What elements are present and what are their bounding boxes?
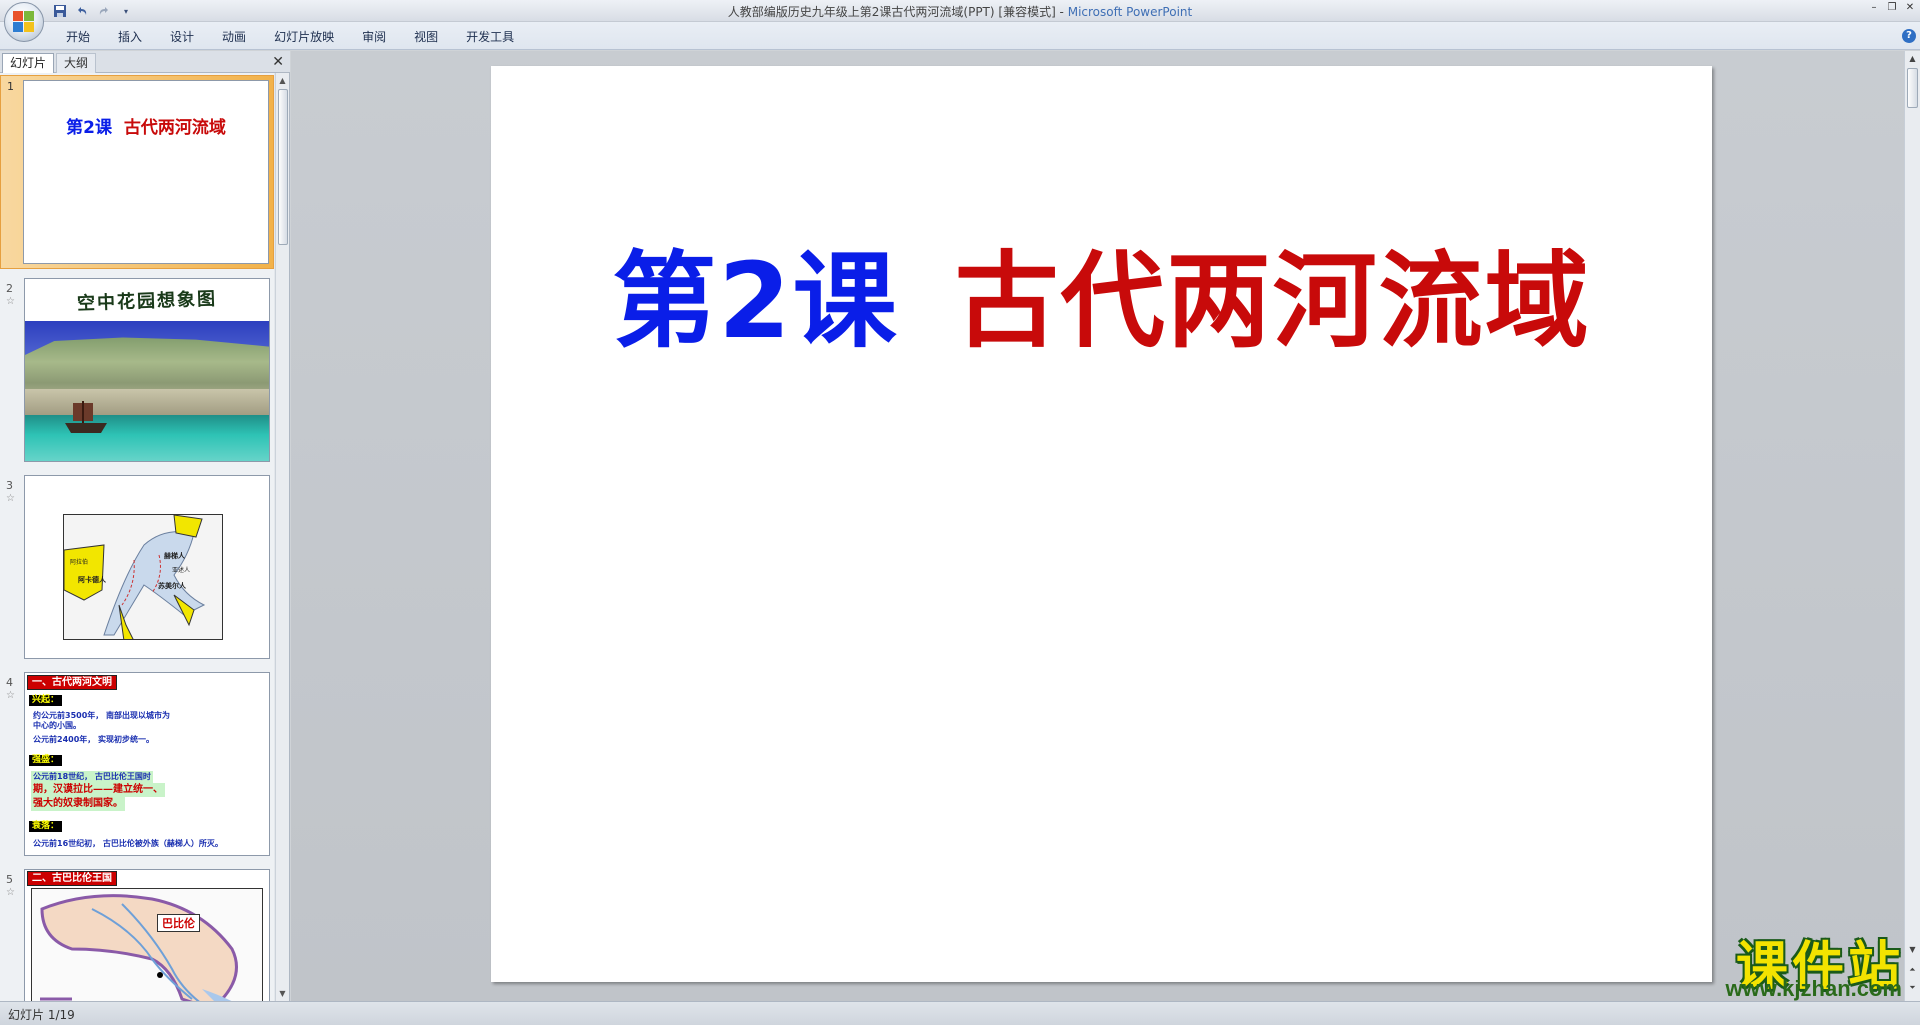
thumbnail-list: 1 第2课 古代两河流域 2 ☆ 空中花园想象图 3 ☆ 阿卡德人 赫梯人 亚述… [0, 73, 274, 1001]
map-label: 赫梯人 [164, 552, 185, 560]
map-label-babylon: 巴比伦 [157, 914, 200, 932]
close-icon[interactable]: ✕ [1902, 1, 1918, 15]
thumbnail-title: 第2课 古代两河流域 [24, 113, 268, 138]
map-label: 阿卡德人 [78, 576, 106, 584]
window-title-doc: 人教部编版历史九年级上第2课古代两河流域(PPT) [兼容模式] - [727, 5, 1068, 19]
scrollbar-thumb[interactable] [278, 89, 288, 245]
watermark-url: www.kjzhan.com [1725, 976, 1902, 1001]
thumbnail-number: 2 [6, 282, 13, 295]
tab-animations[interactable]: 动画 [208, 28, 260, 46]
thumbnail-row-2[interactable]: 2 ☆ 空中花园想象图 [0, 278, 274, 468]
thumbnail-heading: 一、古代两河文明 [27, 675, 117, 690]
window-controls: – ❐ ✕ [1866, 1, 1918, 15]
panel-scrollbar[interactable]: ▲ ▼ [275, 73, 289, 1001]
slide-counter: 幻灯片 1/19 [8, 1008, 75, 1022]
thumbnail-row-3[interactable]: 3 ☆ 阿卡德人 赫梯人 亚述人 苏美尔人 阿拉伯 [0, 475, 274, 665]
scroll-down-icon[interactable]: ▼ [276, 987, 289, 1000]
tab-developer[interactable]: 开发工具 [452, 28, 528, 46]
wall-image [25, 389, 269, 417]
panel-tabs: 幻灯片 大纲 ✕ [0, 51, 290, 73]
scroll-up-icon[interactable]: ▲ [276, 74, 289, 87]
office-button[interactable] [4, 2, 44, 42]
scrollbar-thumb[interactable] [1907, 68, 1918, 108]
thumbnail-row-1[interactable]: 1 第2课 古代两河流域 [0, 75, 274, 269]
thumbnail-title-b: 古代两河流域 [123, 118, 226, 138]
tag-rise: 兴起： [29, 695, 63, 706]
water-image [25, 415, 269, 461]
thumbnail-title-a: 第2课 [66, 118, 112, 138]
ribbon: 开始 插入 设计 动画 幻灯片放映 审阅 视图 开发工具 ? [0, 22, 1920, 50]
slides-panel: 幻灯片 大纲 ✕ 1 第2课 古代两河流域 2 ☆ 空中花园想象图 3 ☆ 阿卡… [0, 51, 290, 1001]
tab-view[interactable]: 视图 [400, 28, 452, 46]
thumbnail-slide-4[interactable]: 一、古代两河文明 兴起： 约公元前3500年， 南部出现以城市为 中心的小国。 … [24, 672, 270, 856]
scroll-up-icon[interactable]: ▲ [1905, 52, 1920, 66]
current-slide[interactable]: 第2课 古代两河流域 [491, 66, 1712, 982]
text-line: 中心的小国。 [33, 721, 81, 730]
tab-home[interactable]: 开始 [52, 28, 104, 46]
slide-title-lesson: 第2课 [612, 240, 899, 362]
thumbnail-row-4[interactable]: 4 ☆ 一、古代两河文明 兴起： 约公元前3500年， 南部出现以城市为 中心的… [0, 672, 274, 862]
map-image: 阿卡德人 赫梯人 亚述人 苏美尔人 阿拉伯 [63, 514, 223, 640]
map-image [31, 888, 263, 1001]
animation-star-icon: ☆ [6, 493, 15, 504]
minimize-icon[interactable]: – [1866, 1, 1882, 15]
animation-star-icon: ☆ [6, 887, 15, 898]
thumbnail-title: 空中花园想象图 [76, 288, 218, 315]
thumbnail-slide-5[interactable]: 二、古巴比伦王国 巴比伦 [24, 869, 270, 1001]
tab-slideshow[interactable]: 幻灯片放映 [260, 28, 348, 46]
animation-star-icon: ☆ [6, 296, 15, 307]
tab-design[interactable]: 设计 [156, 28, 208, 46]
thumbnail-number: 3 [6, 479, 13, 492]
window-title: 人教部编版历史九年级上第2课古代两河流域(PPT) [兼容模式] - Micro… [0, 3, 1920, 20]
help-icon[interactable]: ? [1902, 29, 1916, 43]
text-line: 公元前2400年， 实现初步统一。 [33, 735, 155, 744]
tab-outline[interactable]: 大纲 [56, 53, 97, 73]
watermark-logo: 课件站 www.kjzhan.com [1672, 924, 1908, 1001]
text-line: 约公元前3500年， 南部出现以城市为 [33, 711, 171, 720]
map-label: 阿拉伯 [70, 559, 89, 566]
close-icon[interactable]: ✕ [272, 54, 284, 70]
tag-decline: 衰落： [29, 821, 63, 832]
ribbon-tabs: 开始 插入 设计 动画 幻灯片放映 审阅 视图 开发工具 [52, 28, 528, 46]
slide-title[interactable]: 第2课 古代两河流域 [491, 216, 1712, 367]
thumbnail-number: 5 [6, 873, 13, 886]
tab-review[interactable]: 审阅 [348, 28, 400, 46]
thumbnail-slide-2[interactable]: 空中花园想象图 [24, 278, 270, 462]
tag-strong: 强盛： [29, 755, 63, 766]
text-line: 强大的奴隶制国家。 [31, 797, 125, 811]
thumbnail-slide-1[interactable]: 第2课 古代两河流域 [23, 80, 269, 264]
thumbnail-number: 4 [6, 676, 13, 689]
text-line: 公元前18世纪， 古巴比伦王国时 [31, 771, 153, 783]
thumbnail-slide-3[interactable]: 阿卡德人 赫梯人 亚述人 苏美尔人 阿拉伯 [24, 475, 270, 659]
animation-star-icon: ☆ [6, 690, 15, 701]
boat-icon [65, 401, 107, 433]
text-line: 公元前16世纪初， 古巴比伦被外族（赫梯人）所灭。 [33, 839, 223, 848]
status-bar: 幻灯片 1/19 [0, 1001, 1920, 1025]
restore-icon[interactable]: ❐ [1884, 1, 1900, 15]
slide-title-topic: 古代两河流域 [954, 240, 1591, 362]
map-label: 亚述人 [172, 567, 191, 574]
text-line: 期，汉谟拉比——建立统一、 [31, 783, 165, 797]
thumbnail-heading: 二、古巴比伦王国 [27, 871, 117, 886]
title-bar: ▾ 人教部编版历史九年级上第2课古代两河流域(PPT) [兼容模式] - Mic… [0, 0, 1920, 22]
thumbnail-number: 1 [7, 80, 14, 93]
tab-slides[interactable]: 幻灯片 [2, 53, 55, 73]
window-title-app: Microsoft PowerPoint [1067, 5, 1193, 19]
thumbnail-row-5[interactable]: 5 ☆ 二、古巴比伦王国 巴比伦 [0, 869, 274, 1001]
tab-insert[interactable]: 插入 [104, 28, 156, 46]
office-logo-icon [13, 11, 35, 33]
map-label: 苏美尔人 [158, 582, 186, 590]
vertical-scrollbar[interactable]: ▲ ▼ ⏶ ⏷ [1904, 51, 1920, 1001]
